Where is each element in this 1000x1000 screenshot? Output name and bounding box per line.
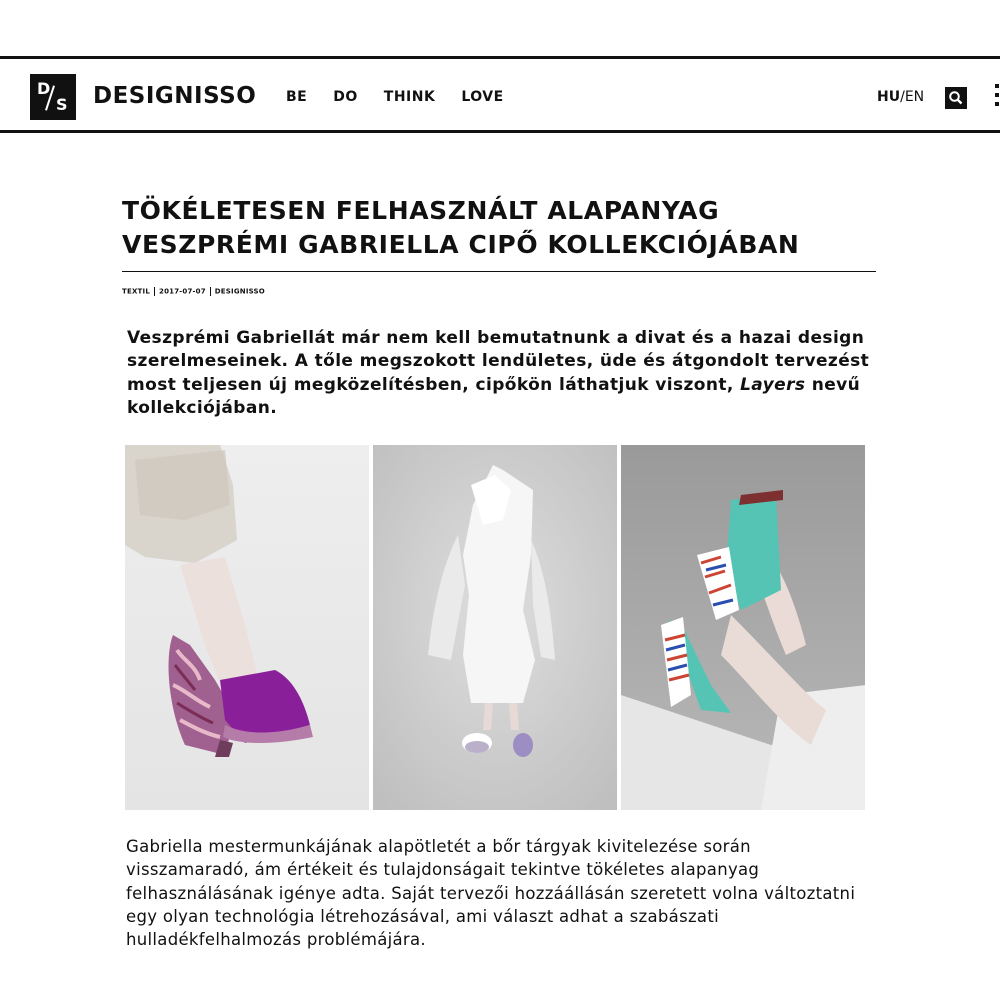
- search-icon: [949, 91, 963, 105]
- logo[interactable]: D S: [30, 74, 76, 120]
- gallery-photo-purple-shoe[interactable]: [125, 445, 369, 810]
- meta-date: 2017-07-07: [159, 287, 206, 296]
- search-button[interactable]: [945, 87, 967, 109]
- nav-item-love[interactable]: LOVE: [461, 89, 503, 105]
- brand-name[interactable]: DESIGNISSO: [93, 83, 256, 109]
- title-divider: [122, 271, 876, 272]
- gallery-photo-turquoise-shoes[interactable]: [621, 445, 865, 810]
- nav-item-do[interactable]: DO: [333, 89, 358, 105]
- meta-category[interactable]: TEXTIL: [122, 288, 150, 296]
- article-body-paragraph: Gabriella mestermunkájának alapötletét a…: [126, 837, 856, 950]
- lang-hu[interactable]: HU: [877, 89, 900, 105]
- lead-collection-name: Layers: [740, 374, 806, 395]
- browser-top-blank: [0, 0, 1000, 56]
- meta-author[interactable]: DESIGNISSO: [215, 288, 265, 296]
- logo-letter-s: S: [56, 95, 68, 114]
- main-nav: BE DO THINK LOVE: [286, 89, 504, 105]
- article-lead: Veszprémi Gabriellát már nem kell bemuta…: [127, 327, 872, 420]
- lang-en[interactable]: EN: [905, 89, 924, 105]
- article-title: TÖKÉLETESEN FELHASZNÁLT ALAPANYAG VESZPR…: [122, 196, 800, 259]
- nav-item-be[interactable]: BE: [286, 89, 307, 105]
- logo-letter-d: D: [37, 79, 51, 98]
- menu-icon[interactable]: [995, 84, 1000, 112]
- photo-gallery: [125, 445, 866, 810]
- meta-separator: [154, 287, 155, 296]
- site-header: D S DESIGNISSO BE DO THINK LOVE HU/EN: [0, 56, 1000, 133]
- meta-separator: [209, 287, 211, 296]
- nav-item-think[interactable]: THINK: [384, 89, 436, 105]
- article-meta: TEXTIL 2017-07-07 DESIGNISSO: [122, 287, 265, 296]
- language-switch: HU/EN: [877, 89, 924, 105]
- gallery-photo-model-white[interactable]: [373, 445, 617, 810]
